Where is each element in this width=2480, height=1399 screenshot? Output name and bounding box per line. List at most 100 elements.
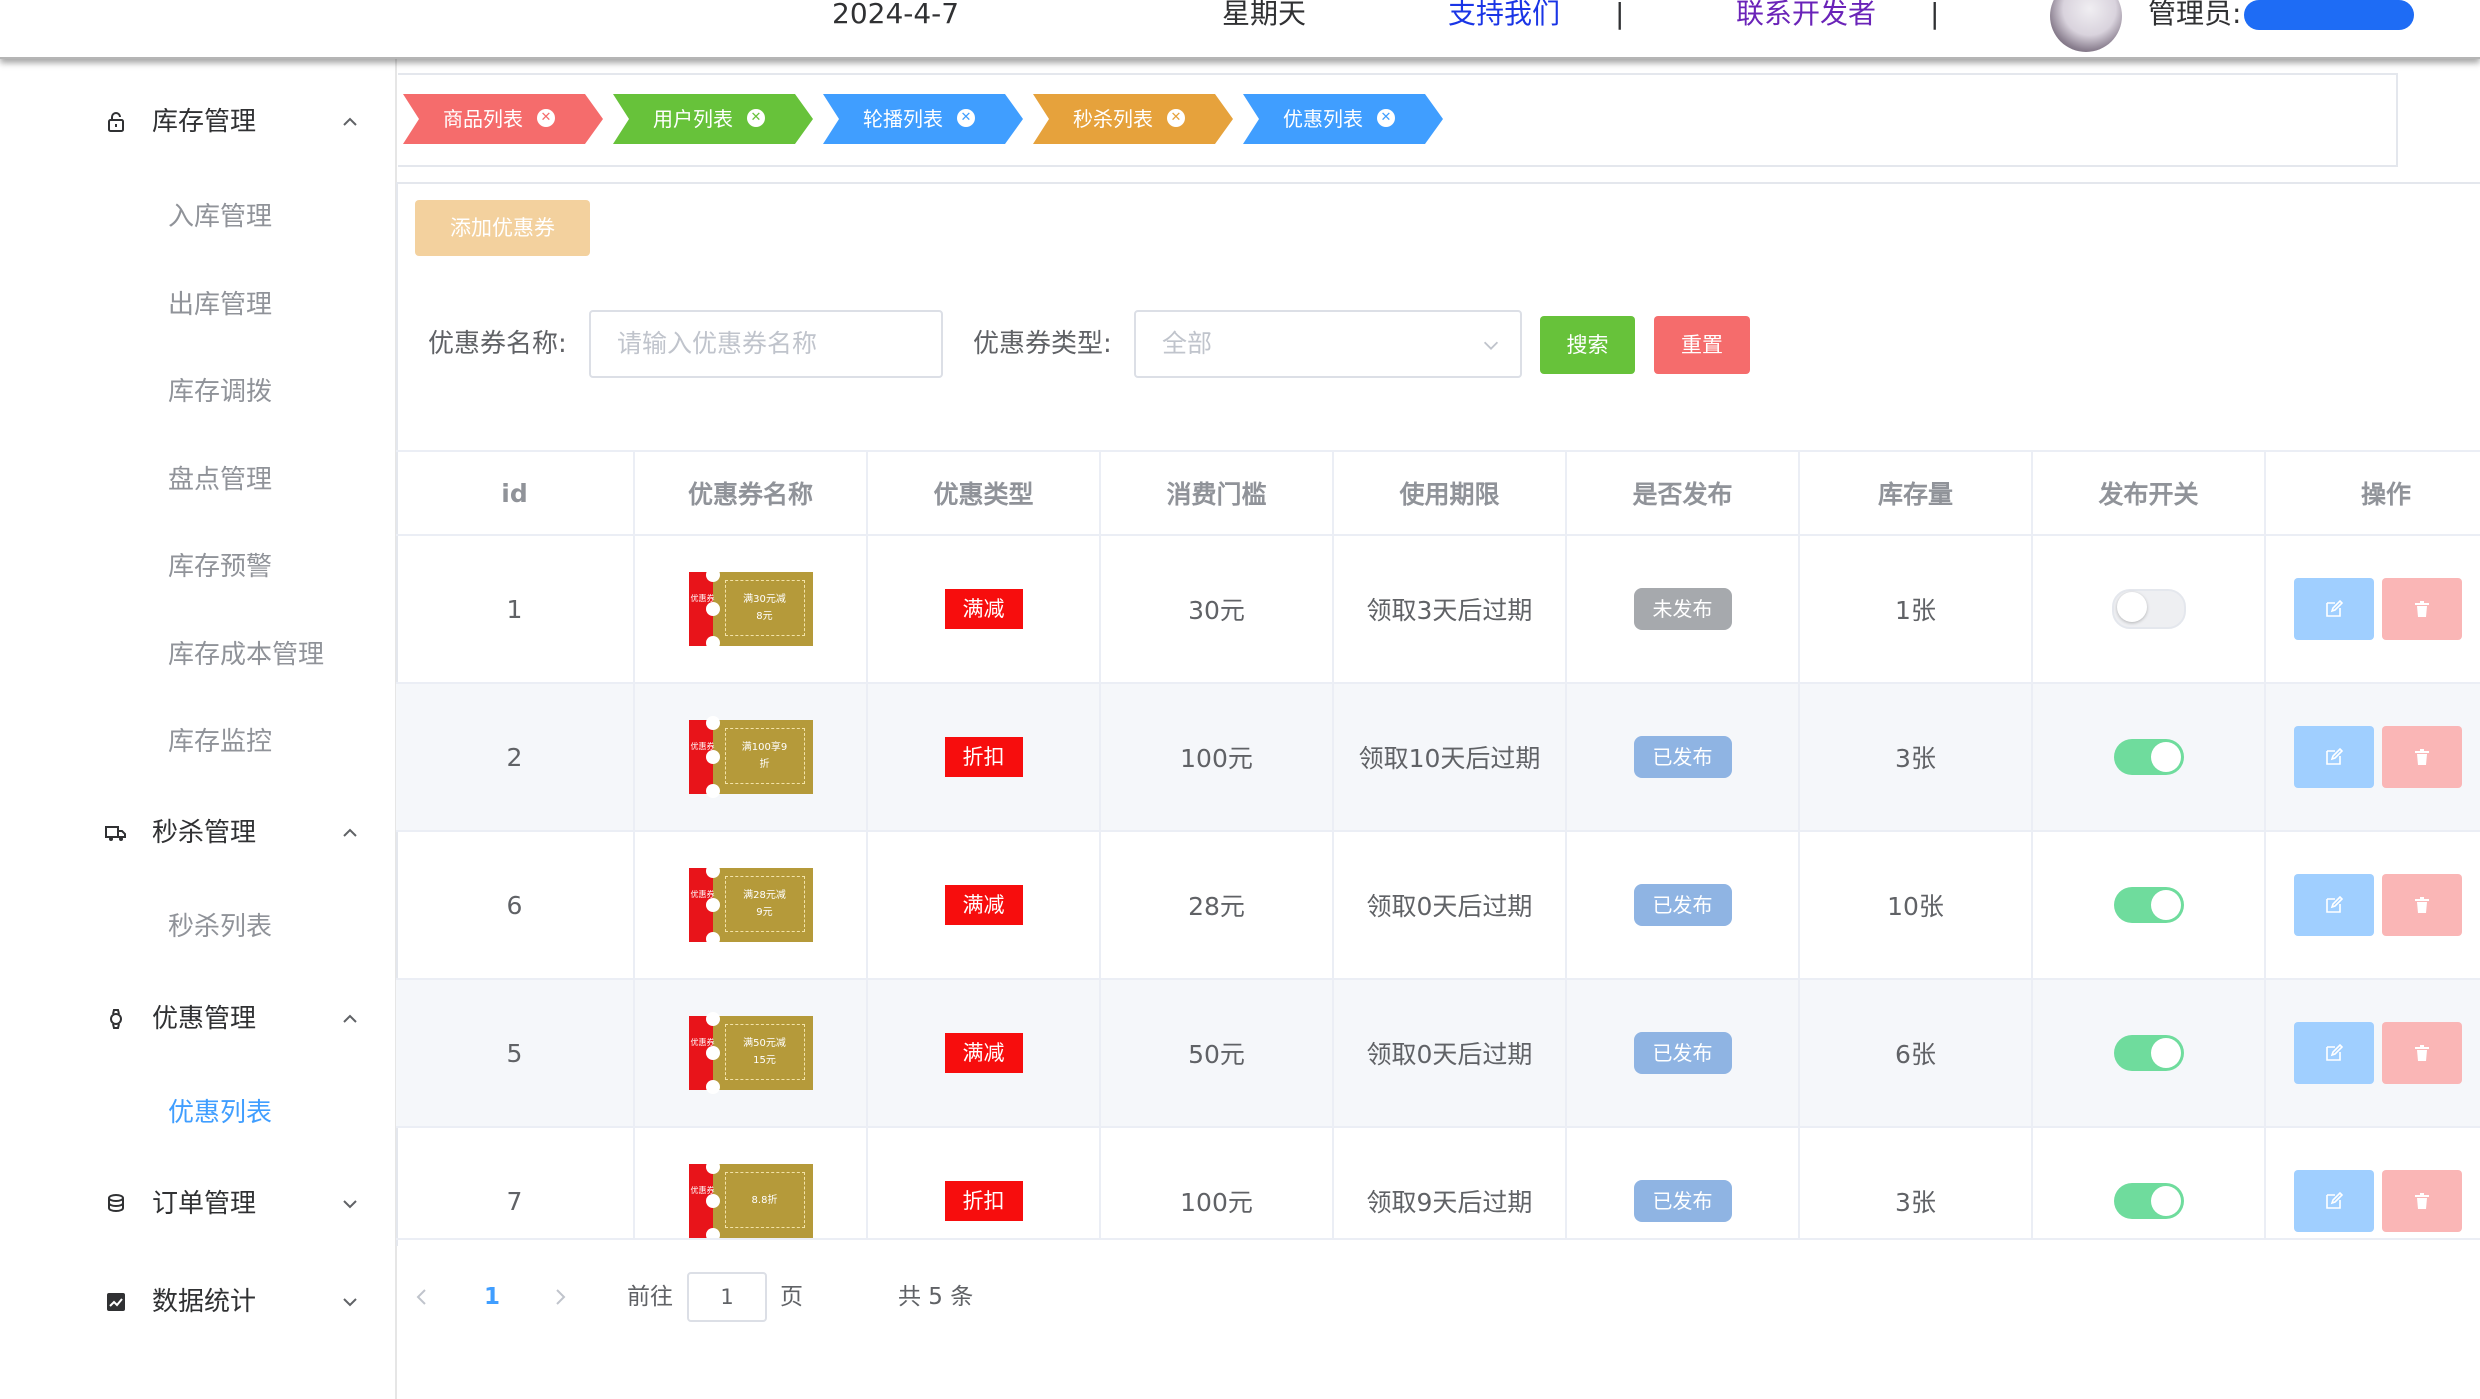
edit-icon: [2326, 1043, 2344, 1061]
cell-stock: 3张: [1800, 684, 2033, 830]
publish-toggle[interactable]: [2113, 1183, 2184, 1219]
tag-product-list[interactable]: 商品列表 ✕: [403, 94, 603, 144]
cell-period: 领取9天后过期: [1334, 1128, 1567, 1238]
chevron-right-icon[interactable]: [550, 1286, 570, 1308]
chevron-down-icon: [343, 1200, 357, 1209]
sidebar-item-flashsale-list[interactable]: 秒杀列表: [168, 907, 272, 947]
cell-period: 领取3天后过期: [1334, 536, 1567, 682]
developer-link[interactable]: 联系开发者: [1736, 0, 1876, 32]
sidebar-item-stock-monitor[interactable]: 库存监控: [168, 722, 272, 762]
cell-actions: [2266, 536, 2480, 682]
coupon-line1: 满30元减: [743, 594, 786, 605]
close-icon[interactable]: ✕: [1167, 109, 1185, 127]
chevron-down-icon: [343, 1298, 357, 1307]
delete-button[interactable]: [2382, 1022, 2462, 1084]
sidebar-item-stock-alert[interactable]: 库存预警: [168, 547, 272, 587]
trash-icon: [2415, 601, 2429, 617]
type-badge: 折扣: [944, 1181, 1023, 1221]
delete-button[interactable]: [2382, 578, 2462, 640]
search-button[interactable]: 搜索: [1540, 316, 1635, 374]
edit-button[interactable]: [2294, 578, 2374, 640]
cell-coupon: 优惠券 8.8折: [635, 1128, 868, 1238]
coupon-notch: [705, 568, 720, 582]
coupon-line2: 15元: [753, 1055, 776, 1066]
truck-icon: [105, 826, 126, 841]
column-header-actions: 操作: [2360, 480, 2411, 509]
tag-discount-list[interactable]: 优惠列表 ✕: [1243, 94, 1443, 144]
publish-toggle[interactable]: [2113, 887, 2184, 923]
coupon-image: 优惠券 满50元减 15元: [688, 1012, 813, 1094]
add-coupon-button[interactable]: 添加优惠券: [415, 200, 590, 256]
table-row: 5 优惠券 满50元减 15元 满减 50元 领取0天后过期 已发布 6张: [396, 980, 2480, 1128]
coupon-text: 满100享9 折: [725, 728, 805, 784]
sidebar-group-orders[interactable]: 订单管理: [0, 1170, 395, 1240]
sidebar-group-statistics[interactable]: 数据统计: [0, 1268, 395, 1338]
sidebar-group-discount[interactable]: 优惠管理: [0, 985, 395, 1055]
publish-toggle[interactable]: [2111, 589, 2186, 629]
trash-icon: [2415, 749, 2429, 765]
coupon-notch: [705, 864, 720, 878]
current-page[interactable]: 1: [484, 1277, 500, 1317]
delete-button[interactable]: [2382, 874, 2462, 936]
coupon-notch: [705, 602, 720, 616]
close-icon[interactable]: ✕: [1377, 109, 1395, 127]
goto-page-input[interactable]: 1: [687, 1272, 767, 1322]
coupon-notch: [705, 1160, 720, 1174]
toggle-knob: [2150, 1038, 2181, 1068]
chevron-up-icon: [343, 117, 357, 126]
table-header-row: id 优惠券名称 优惠类型 消费门槛 使用期限 是否发布 库存量 发布开关 操作: [396, 452, 2480, 536]
cell-threshold: 30元: [1101, 536, 1334, 682]
edit-button[interactable]: [2294, 726, 2374, 788]
tag-user-list[interactable]: 用户列表 ✕: [613, 94, 813, 144]
coupon-image: 优惠券 8.8折: [688, 1160, 813, 1238]
sidebar-item-stock-in[interactable]: 入库管理: [168, 197, 272, 237]
cell-type: 满减: [868, 832, 1101, 978]
close-icon[interactable]: ✕: [747, 109, 765, 127]
close-icon[interactable]: ✕: [957, 109, 975, 127]
chevron-up-icon: [343, 1014, 357, 1023]
cell-stock: 6张: [1800, 980, 2033, 1126]
edit-button[interactable]: [2294, 1170, 2374, 1232]
coupon-text: 8.8折: [725, 1172, 805, 1228]
delete-button[interactable]: [2382, 726, 2462, 788]
cell-type: 满减: [868, 980, 1101, 1126]
edit-button[interactable]: [2294, 874, 2374, 936]
edit-icon: [2326, 747, 2344, 765]
coupon-line1: 满100享9: [741, 742, 788, 753]
table-row: 6 优惠券 满28元减 9元 满减 28元 领取0天后过期 已发布 10张: [396, 832, 2480, 980]
support-link[interactable]: 支持我们: [1448, 0, 1560, 32]
cell-threshold: 100元: [1101, 684, 1334, 830]
sidebar-item-stock-cost[interactable]: 库存成本管理: [168, 635, 324, 675]
cell-type: 满减: [868, 536, 1101, 682]
sidebar-item-stock-out[interactable]: 出库管理: [168, 285, 272, 325]
cell-period: 领取0天后过期: [1334, 832, 1567, 978]
tag-flashsale-list[interactable]: 秒杀列表 ✕: [1033, 94, 1233, 144]
coupon-name-label: 优惠券名称:: [428, 329, 567, 359]
publish-toggle[interactable]: [2113, 1035, 2184, 1071]
status-badge: 已发布: [1633, 1032, 1732, 1074]
reset-button[interactable]: 重置: [1654, 316, 1750, 374]
cell-actions: [2266, 684, 2480, 830]
tag-banner-list[interactable]: 轮播列表 ✕: [823, 94, 1023, 144]
edit-icon: [2326, 1191, 2344, 1209]
avatar[interactable]: [2050, 0, 2122, 52]
sidebar-item-discount-list[interactable]: 优惠列表: [168, 1093, 272, 1133]
delete-button[interactable]: [2382, 1170, 2462, 1232]
chevron-left-icon[interactable]: [412, 1286, 432, 1308]
sidebar-item-stock-check[interactable]: 盘点管理: [168, 460, 272, 500]
coupon-name-input[interactable]: 请输入优惠券名称: [589, 310, 943, 378]
cell-id: 7: [396, 1128, 635, 1238]
coupon-image: 优惠券 满28元减 9元: [688, 864, 813, 946]
close-icon[interactable]: ✕: [537, 109, 555, 127]
sidebar-group-flashsale[interactable]: 秒杀管理: [0, 799, 395, 869]
redacted-username: [2244, 0, 2414, 30]
cell-period: 领取10天后过期: [1334, 684, 1567, 830]
publish-toggle[interactable]: [2113, 739, 2184, 775]
edit-button[interactable]: [2294, 1022, 2374, 1084]
sidebar-group-inventory[interactable]: 库存管理: [0, 88, 395, 158]
chevron-up-icon: [343, 828, 357, 837]
cell-id: 1: [396, 536, 635, 682]
coupon-type-select[interactable]: 全部: [1134, 310, 1522, 378]
coupon-side-text: 优惠券: [690, 1186, 715, 1195]
sidebar-item-stock-transfer[interactable]: 库存调拨: [168, 372, 272, 412]
